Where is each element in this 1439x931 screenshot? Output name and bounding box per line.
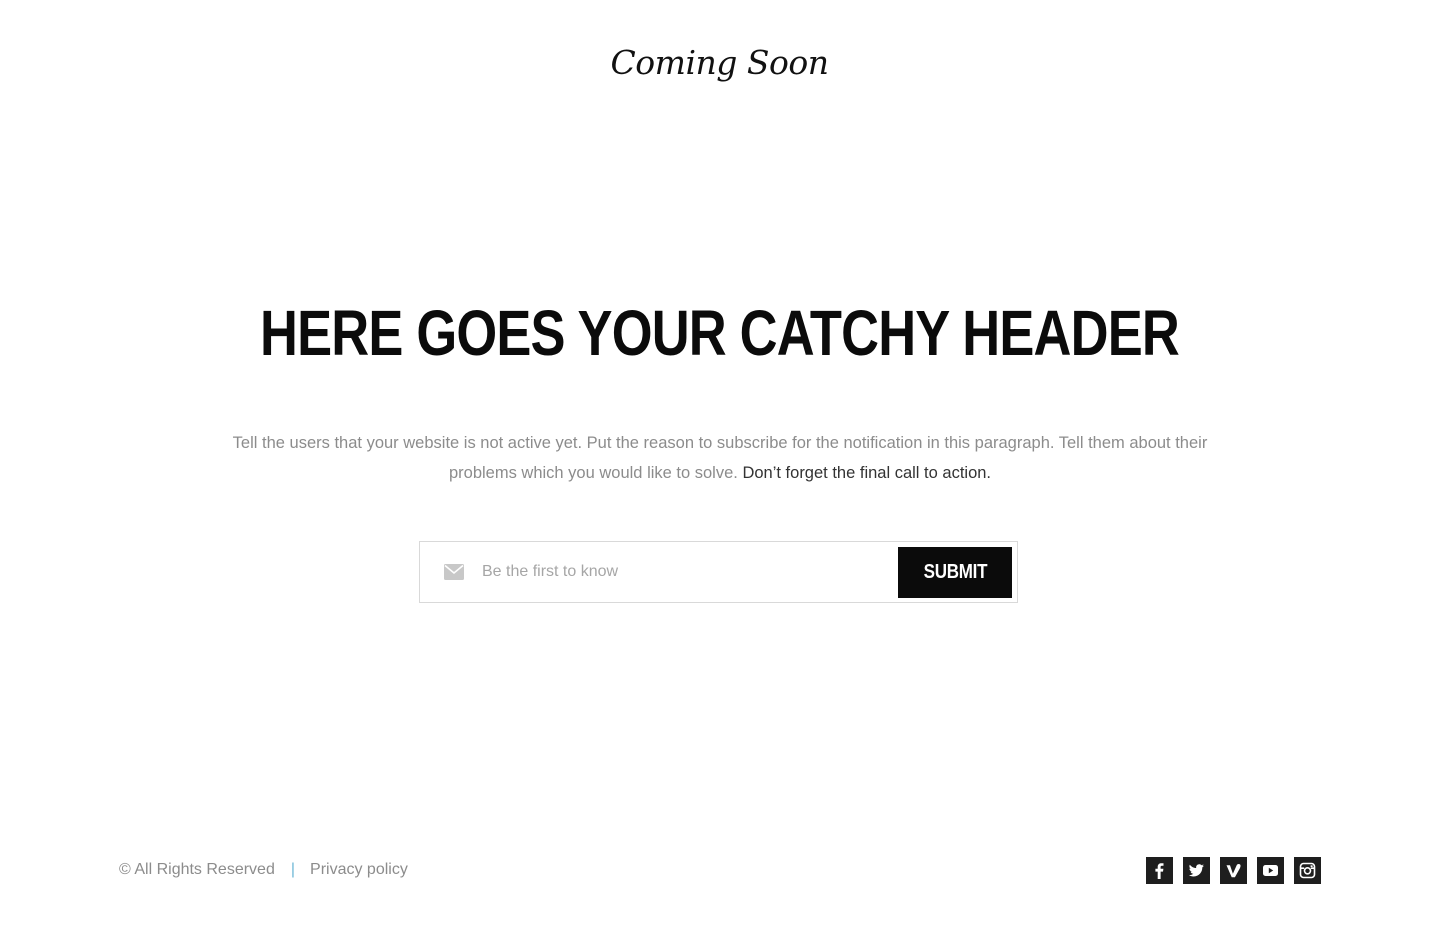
submit-button[interactable]: SUBMIT [898, 547, 1012, 598]
page-headline: HERE GOES YOUR CATCHY HEADER [260, 297, 1180, 369]
youtube-icon [1263, 865, 1278, 876]
intro-paragraph: Tell the users that your website is not … [219, 428, 1221, 488]
youtube-link[interactable] [1257, 857, 1284, 884]
instagram-link[interactable] [1294, 857, 1321, 884]
footer-left: © All Rights Reserved | Privacy policy [119, 858, 408, 882]
envelope-icon [444, 564, 464, 580]
facebook-icon [1155, 863, 1164, 879]
twitter-link[interactable] [1183, 857, 1210, 884]
privacy-policy-link[interactable]: Privacy policy [310, 861, 408, 879]
vimeo-icon [1226, 863, 1241, 878]
call-to-action-text: Don’t forget the final call to action. [742, 464, 992, 482]
copyright-text: © All Rights Reserved [119, 861, 275, 878]
vimeo-link[interactable] [1220, 857, 1247, 884]
intro-text: Tell the users that your website is not … [232, 434, 1208, 482]
submit-button-label: SUBMIT [923, 561, 987, 583]
twitter-icon [1188, 864, 1204, 877]
facebook-link[interactable] [1146, 857, 1173, 884]
social-links [1146, 857, 1321, 884]
email-input[interactable] [482, 552, 892, 592]
coming-soon-logo: Coming Soon [610, 43, 829, 82]
instagram-icon [1299, 862, 1316, 879]
subscribe-form: SUBMIT [419, 541, 1018, 603]
footer-separator: | [290, 861, 296, 878]
